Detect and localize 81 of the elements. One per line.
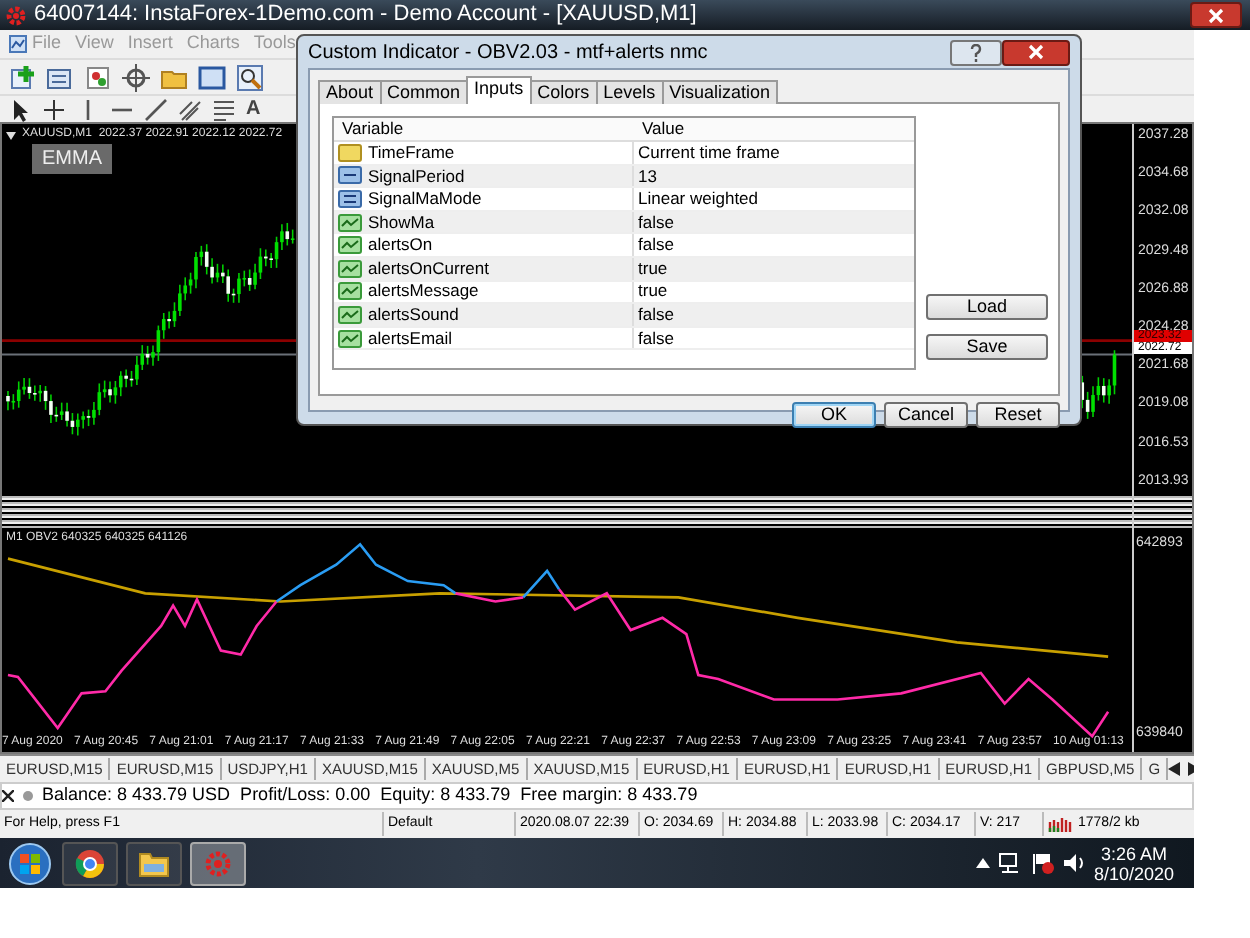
speaker-icon[interactable] — [1061, 852, 1086, 874]
boolean-type-icon — [338, 282, 362, 301]
window-icon[interactable] — [198, 63, 226, 91]
taskbar-button[interactable] — [126, 841, 182, 885]
parameter-name: alertsEmail — [368, 325, 453, 351]
parameter-name: alertsSound — [368, 302, 459, 328]
parameter-value[interactable]: false — [634, 325, 674, 351]
close-button[interactable] — [1002, 39, 1070, 65]
tab[interactable]: Inputs — [466, 76, 532, 104]
flag-icon[interactable] — [1029, 852, 1054, 874]
boolean-type-icon — [338, 213, 362, 232]
taskbar-button[interactable] — [190, 841, 246, 885]
parameter-name: alertsOnCurrent — [368, 255, 489, 282]
trend-line-icon[interactable] — [144, 97, 168, 121]
help-button[interactable] — [950, 39, 1002, 65]
list-type-icon — [338, 189, 362, 208]
string-type-icon — [338, 143, 362, 162]
tab[interactable]: Colors — [529, 80, 598, 104]
tab[interactable]: About — [318, 80, 382, 104]
integer-type-icon — [338, 166, 362, 185]
tab[interactable]: Common — [379, 80, 469, 104]
close-icon[interactable] — [2, 790, 14, 802]
parameter-value[interactable]: false — [634, 209, 674, 235]
boolean-type-icon — [338, 236, 362, 255]
browser-icon — [74, 847, 106, 879]
channel-icon[interactable] — [178, 97, 202, 121]
parameter-name: SignalPeriod — [368, 163, 465, 189]
parameter-value[interactable]: true — [634, 255, 668, 282]
parameter-name: TimeFrame — [368, 139, 455, 166]
chart-window-icon — [8, 34, 28, 54]
pane-splitter[interactable] — [2, 493, 1132, 528]
crosshair-icon[interactable] — [122, 63, 150, 91]
parameter-value[interactable]: false — [634, 232, 674, 259]
taskbar-button[interactable] — [62, 841, 118, 885]
dialog-button[interactable]: Cancel — [884, 402, 968, 428]
dialog-button[interactable]: Load — [926, 294, 1048, 320]
boolean-type-icon — [338, 329, 362, 348]
help-icon — [970, 43, 982, 61]
parameter-value[interactable]: Linear weighted — [634, 186, 759, 212]
dialog-button[interactable]: OK — [792, 402, 876, 428]
parameter-value[interactable]: 13 — [634, 163, 657, 189]
close-icon — [1208, 7, 1224, 23]
gear-icon — [202, 847, 234, 879]
window-title: 64007144: InstaForex-1Demo.com - Demo Account - [XAUUSD,M1] — [34, 0, 699, 31]
new-chart-icon[interactable] — [8, 63, 36, 91]
column-header: Value — [640, 116, 685, 142]
parameter-value[interactable]: Current time frame — [634, 139, 780, 166]
show-hidden-icons-icon[interactable] — [975, 858, 990, 868]
parameter-name: ShowMa — [368, 209, 435, 235]
parameter-value[interactable]: false — [634, 302, 674, 328]
connection-bars-icon — [1048, 816, 1072, 832]
boolean-type-icon — [338, 305, 362, 324]
crosshair-icon[interactable] — [42, 97, 66, 121]
pane-splitter[interactable] — [1134, 493, 1192, 528]
indicator-label: EMMA — [32, 144, 112, 174]
boolean-type-icon — [338, 259, 362, 278]
dialog-button[interactable]: Reset — [976, 402, 1060, 428]
close-button[interactable] — [1190, 2, 1242, 28]
clock-time: 3:26 AM — [1098, 843, 1169, 863]
parameter-name: SignalMaMode — [368, 186, 482, 212]
dialog-button[interactable]: Save — [926, 334, 1048, 360]
dialog-title: Custom Indicator - OBV2.03 - mtf+alerts nmc — [308, 39, 710, 67]
start-button-icon[interactable] — [6, 841, 54, 885]
parameter-name: alertsOn — [368, 232, 433, 259]
app-logo-icon — [4, 3, 28, 27]
parameter-name: alertsMessage — [368, 278, 479, 305]
scroll-left-icon[interactable] — [1168, 762, 1181, 776]
account-summary: Balance: 8 433.79 USD Profit/Loss: 0.00 Equity: 8 433.79 Free margin: 8 433.79 — [42, 782, 698, 809]
clock-date: 8/10/2020 — [1093, 863, 1174, 883]
folder-icon — [138, 847, 170, 879]
close-icon — [1028, 44, 1044, 60]
dropdown-icon[interactable] — [6, 131, 16, 139]
tab[interactable]: Visualization — [661, 80, 778, 104]
text-tool-button[interactable]: A — [246, 94, 261, 124]
tab[interactable]: Levels — [595, 80, 664, 104]
column-header: Variable — [340, 116, 406, 142]
status-dot-icon — [22, 790, 34, 802]
cursor-icon[interactable] — [8, 97, 32, 121]
magnifier-icon[interactable] — [236, 63, 264, 91]
parameter-value[interactable]: true — [634, 278, 668, 305]
network-icon[interactable] — [997, 852, 1022, 874]
